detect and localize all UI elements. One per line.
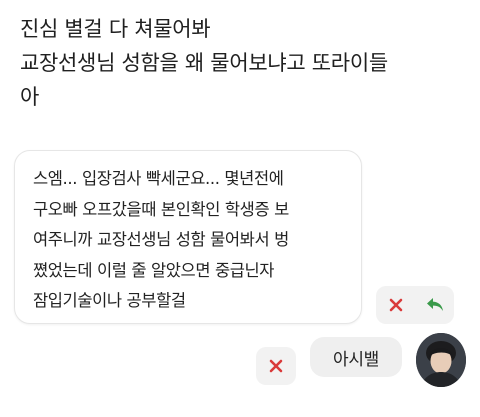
reply-arrow-icon [426, 298, 443, 311]
post-text: 진심 별걸 다 쳐물어봐 교장선생님 성함을 왜 물어보냐고 또라이들 아 [20, 12, 465, 114]
comment-line: 구오빠 오프갔을때 본인확인 학생증 보 [33, 199, 289, 219]
comment-bubble: 스엠... 입장검사 빡세군요... 몇년전에 구오빠 오프갔을때 본인확인 학… [14, 150, 362, 324]
comment-text: 스엠... 입장검사 빡세군요... 몇년전에 구오빠 오프갔을때 본인확인 학… [33, 164, 361, 317]
comment-line: 스엠... 입장검사 빡세군요... 몇년전에 [33, 169, 284, 188]
post-line: 교장선생님 성함을 왜 물어보냐고 또라이들 [20, 51, 388, 75]
close-icon [389, 298, 402, 312]
dismiss-button[interactable] [381, 290, 411, 320]
reply-message[interactable]: 아시밸 [310, 337, 402, 377]
user-avatar-image [416, 333, 466, 387]
comment-actions [376, 286, 454, 324]
chat-screen: 진심 별걸 다 쳐물어봐 교장선생님 성함을 왜 물어보냐고 또라이들 아 스엠… [0, 0, 480, 417]
avatar[interactable] [416, 333, 466, 387]
post-line: 진심 별걸 다 쳐물어봐 [20, 17, 211, 41]
comment-line: 여주니까 교장선생님 성함 물어봐서 벙 [33, 230, 289, 249]
post-line: 아 [20, 85, 40, 109]
dismiss-button[interactable] [256, 347, 296, 385]
comment-line: 쪘었는데 이럴 줄 알았으면 중급닌자 [33, 260, 275, 280]
close-icon [269, 359, 283, 373]
comment-line: 잠입기술이나 공부할걸 [33, 291, 186, 310]
reply-button[interactable] [420, 290, 450, 320]
